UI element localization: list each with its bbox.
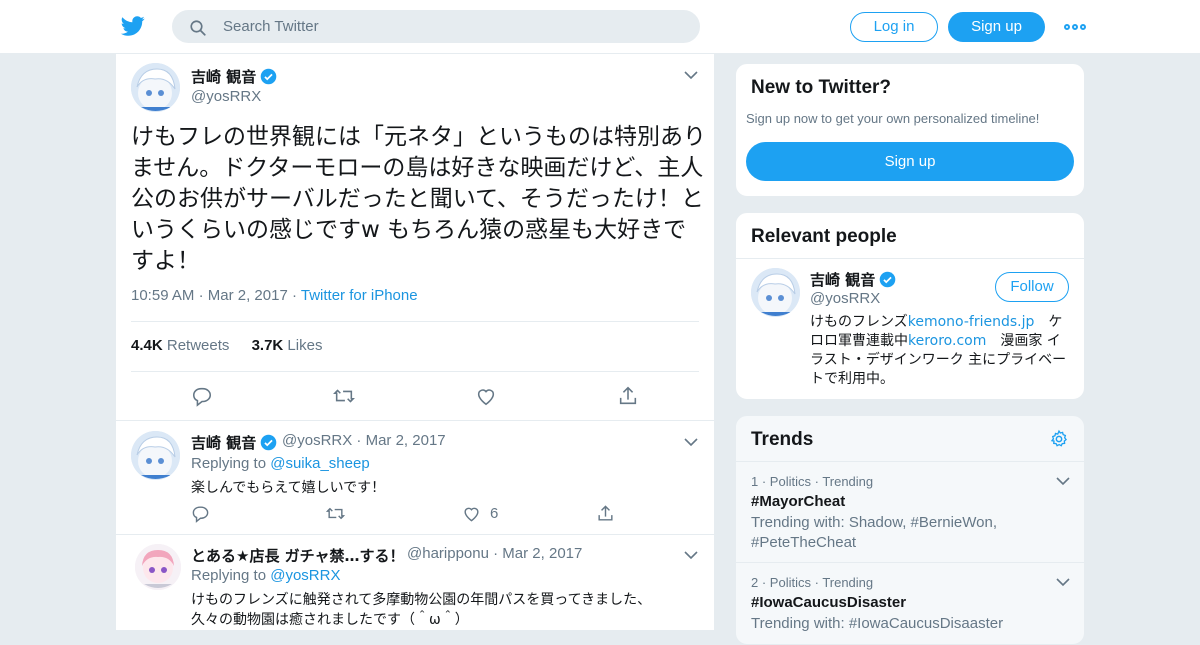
- reply-text: 久々の動物園は癒されましたです（＾ω＾）: [191, 612, 469, 628]
- settings-gear-icon[interactable]: [1049, 429, 1069, 449]
- replying-to-link[interactable]: @yosRRX: [270, 567, 340, 584]
- divider: [116, 420, 714, 421]
- reply-icon[interactable]: [191, 504, 210, 523]
- divider: [131, 371, 699, 372]
- reply-handle-date[interactable]: @yosRRX · Mar 2, 2017: [282, 432, 446, 449]
- avatar[interactable]: [131, 63, 180, 112]
- verified-icon: [260, 434, 277, 451]
- person-handle[interactable]: @yosRRX: [810, 290, 880, 307]
- bio-link[interactable]: kemono-friends.jp: [908, 314, 1035, 330]
- top-bar: Log in Sign up: [0, 0, 1200, 54]
- trend-related: Trending with: #IowaCaucusDisaaster: [751, 615, 1004, 632]
- reply-text: 楽しんでもらえて嬉しいです！: [191, 480, 386, 496]
- avatar[interactable]: [751, 268, 800, 317]
- chevron-down-icon[interactable]: [684, 550, 698, 560]
- replying-to: Replying to @yosRRX: [191, 567, 341, 584]
- trend-meta: 1 · Politics · Trending: [751, 474, 874, 489]
- login-button[interactable]: Log in: [850, 12, 938, 42]
- more-dots-icon[interactable]: [1064, 18, 1086, 36]
- chevron-down-icon[interactable]: [1056, 476, 1070, 486]
- search-icon: [190, 20, 206, 36]
- trend-related: Trending with: Shadow, #BernieWon, #PeteT…: [751, 514, 997, 551]
- replying-to-link[interactable]: @suika_sheep: [270, 455, 369, 472]
- tweet-column: 吉崎 観音 @yosRRX けもフレの世界観には「元ネタ」というものは特別ありま…: [115, 54, 715, 630]
- verified-icon: [260, 68, 277, 85]
- person-name[interactable]: 吉崎 観音: [810, 269, 896, 290]
- verified-icon: [879, 271, 896, 288]
- retweet-icon[interactable]: [326, 504, 345, 523]
- signup-button[interactable]: Sign up: [746, 142, 1074, 181]
- reply-handle-date[interactable]: @haripponu · Mar 2, 2017: [407, 545, 582, 562]
- share-icon[interactable]: [617, 385, 639, 407]
- twitter-bird-icon[interactable]: [120, 14, 146, 38]
- like-icon[interactable]: [475, 385, 497, 407]
- chevron-down-icon[interactable]: [684, 70, 698, 80]
- avatar[interactable]: [131, 431, 180, 480]
- replying-to: Replying to @suika_sheep: [191, 455, 370, 472]
- tweet-time[interactable]: 10:59 AM: [131, 287, 194, 304]
- search-input[interactable]: [223, 11, 683, 42]
- divider: [131, 321, 699, 322]
- retweets-stat[interactable]: 4.4K Retweets: [131, 337, 229, 354]
- search-box[interactable]: [172, 10, 700, 43]
- retweet-icon[interactable]: [333, 385, 355, 407]
- share-icon[interactable]: [596, 504, 615, 523]
- card-title: New to Twitter?: [751, 77, 892, 98]
- bio-link[interactable]: keroro.com: [908, 333, 986, 349]
- like-icon[interactable]: [462, 504, 481, 523]
- reply-icon[interactable]: [191, 385, 213, 407]
- author-name[interactable]: 吉崎 観音: [191, 66, 277, 87]
- trends-card: Trends 1 · Politics · Trending #MayorChe…: [735, 415, 1085, 645]
- author-handle[interactable]: @yosRRX: [191, 88, 261, 105]
- follow-button[interactable]: Follow: [995, 272, 1069, 302]
- author-name[interactable]: とある★店長 ガチャ禁…する！: [191, 545, 405, 566]
- trend-tag[interactable]: #MayorCheat: [751, 493, 845, 510]
- divider: [736, 562, 1084, 563]
- trend-tag[interactable]: #IowaCaucusDisaster: [751, 594, 906, 611]
- card-title: Trends: [751, 429, 814, 450]
- new-to-twitter-card: New to Twitter? Sign up now to get your …: [735, 63, 1085, 197]
- person-bio: けものフレンズkemono-friends.jp ケロロ軍曹連載中keroro.…: [810, 314, 1067, 387]
- divider: [116, 534, 714, 535]
- relevant-people-card: Relevant people 吉崎 観音 @yosRRX Follow けもの…: [735, 212, 1085, 400]
- tweet-date[interactable]: Mar 2, 2017: [208, 287, 288, 304]
- divider: [736, 461, 1084, 462]
- divider: [736, 258, 1084, 259]
- avatar[interactable]: [135, 544, 181, 590]
- tweet-text: けもフレの世界観には「元ネタ」というものは特別ありません。ドクターモローの島は好…: [131, 124, 706, 274]
- signup-button[interactable]: Sign up: [948, 12, 1045, 42]
- reply-text: けものフレンズに触発されて多摩動物公園の年間パスを買ってきました、: [191, 592, 652, 608]
- card-title: Relevant people: [751, 226, 897, 247]
- card-subtitle: Sign up now to get your own personalized…: [746, 111, 1040, 126]
- tweet-meta: 10:59 AM · Mar 2, 2017 · Twitter for iPh…: [131, 287, 418, 304]
- like-count: 6: [490, 505, 499, 522]
- tweet-source-link[interactable]: Twitter for iPhone: [301, 287, 418, 304]
- likes-stat[interactable]: 3.7K Likes: [252, 337, 323, 354]
- author-name[interactable]: 吉崎 観音: [191, 432, 277, 453]
- tweet-stats: 4.4K Retweets 3.7K Likes: [131, 337, 322, 354]
- chevron-down-icon[interactable]: [684, 437, 698, 447]
- trend-meta: 2 · Politics · Trending: [751, 575, 874, 590]
- chevron-down-icon[interactable]: [1056, 577, 1070, 587]
